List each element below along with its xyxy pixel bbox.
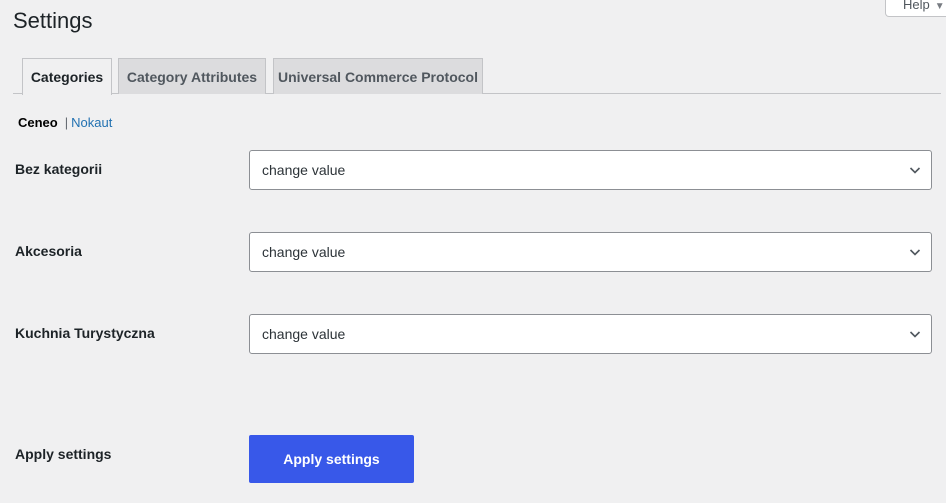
apply-settings-label: Apply settings xyxy=(15,446,112,462)
help-label: Help xyxy=(903,0,930,12)
page-title: Settings xyxy=(13,8,93,33)
select-value: change value xyxy=(262,326,346,342)
apply-settings-button[interactable]: Apply settings xyxy=(249,435,414,483)
row-label-bez-kategorii: Bez kategorii xyxy=(15,161,103,177)
settings-page: Settings Help ▼ Categories Category Attr… xyxy=(0,0,946,503)
tab-category-attributes[interactable]: Category Attributes xyxy=(118,58,266,94)
chevron-down-icon xyxy=(909,331,921,338)
tab-categories[interactable]: Categories xyxy=(22,58,112,95)
tab-label: Category Attributes xyxy=(126,68,258,85)
tab-label: Universal Commerce Protocol xyxy=(278,68,478,85)
subnav: Ceneo | Nokaut xyxy=(18,115,112,130)
subnav-separator: | xyxy=(64,115,69,130)
chevron-down-icon xyxy=(909,167,921,174)
select-value: change value xyxy=(262,244,346,260)
tab-universal-commerce-protocol[interactable]: Universal Commerce Protocol xyxy=(273,58,483,94)
row-label-kuchnia-turystyczna: Kuchnia Turystyczna xyxy=(15,325,155,341)
caret-down-icon: ▼ xyxy=(934,1,945,12)
select-kuchnia-turystyczna[interactable]: change value xyxy=(249,314,932,354)
select-value: change value xyxy=(262,162,346,178)
help-button[interactable]: Help ▼ xyxy=(885,0,946,17)
chevron-down-icon xyxy=(909,249,921,256)
subnav-link-nokaut[interactable]: Nokaut xyxy=(71,115,112,130)
tab-label: Categories xyxy=(30,69,104,85)
select-akcesoria[interactable]: change value xyxy=(249,232,932,272)
subnav-current-ceneo: Ceneo xyxy=(18,115,58,130)
tab-bar: Categories Category Attributes Universal… xyxy=(13,58,941,95)
row-label-akcesoria: Akcesoria xyxy=(15,243,82,259)
select-bez-kategorii[interactable]: change value xyxy=(249,150,932,190)
